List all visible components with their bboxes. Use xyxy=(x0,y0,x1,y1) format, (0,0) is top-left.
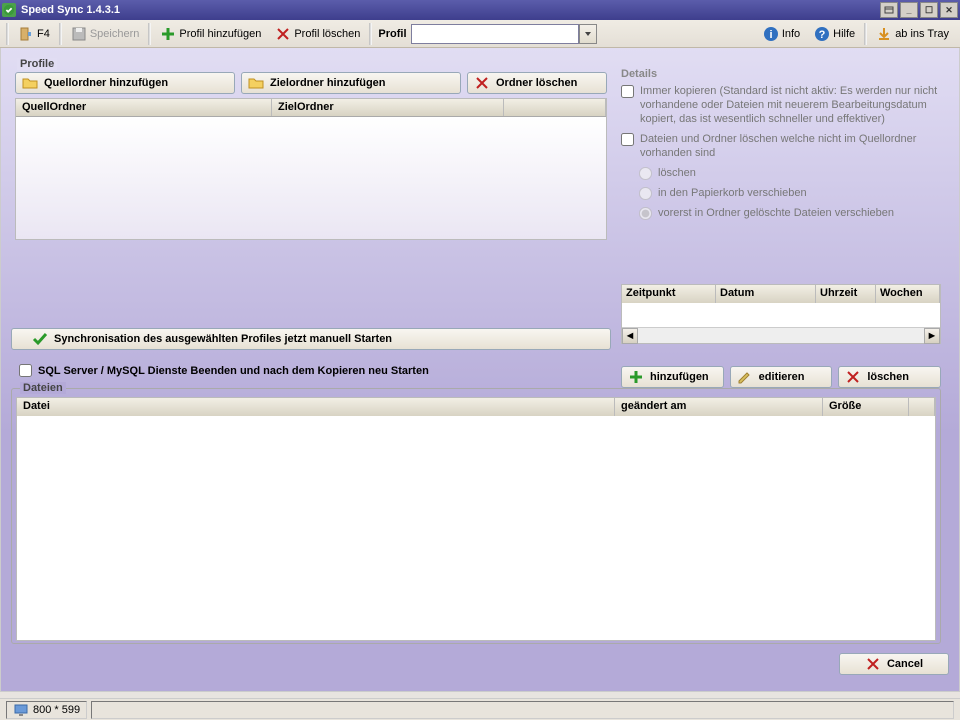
door-icon xyxy=(18,26,34,42)
column-geaendert[interactable]: geändert am xyxy=(615,398,823,416)
scroll-left-icon[interactable]: ◄ xyxy=(622,328,638,344)
minimize-button[interactable]: _ xyxy=(900,2,918,18)
tray-button[interactable]: ab ins Tray xyxy=(869,23,956,45)
column-groesse[interactable]: Größe xyxy=(823,398,909,416)
column-datum[interactable]: Datum xyxy=(716,285,816,303)
scroll-right-icon[interactable]: ► xyxy=(924,328,940,344)
f4-button[interactable]: F4 xyxy=(11,23,57,45)
sync-now-button[interactable]: Synchronisation des ausgewählten Profile… xyxy=(11,328,611,350)
opt-delete-label: löschen xyxy=(658,166,696,180)
info-label: Info xyxy=(782,28,800,40)
opt-move-radio[interactable] xyxy=(639,207,652,220)
monitor-icon xyxy=(13,702,29,718)
always-copy-checkbox[interactable] xyxy=(621,85,634,98)
edit-icon xyxy=(737,369,753,385)
opt-delete-radio[interactable] xyxy=(639,167,652,180)
profile-combo-dropdown[interactable] xyxy=(579,24,597,44)
close-button[interactable]: ✕ xyxy=(940,2,958,18)
column-wochen[interactable]: Wochen xyxy=(876,285,940,303)
always-copy-label: Immer kopieren (Standard ist nicht aktiv… xyxy=(640,84,941,126)
x-red-icon xyxy=(275,26,291,42)
delete-missing-label: Dateien und Ordner löschen welche nicht … xyxy=(640,132,941,160)
svg-text:i: i xyxy=(769,29,772,41)
profile-table-body[interactable] xyxy=(16,117,606,239)
cancel-button[interactable]: Cancel xyxy=(839,653,949,675)
plus-green-icon xyxy=(628,369,644,385)
add-target-folder-button[interactable]: Zielordner hinzufügen xyxy=(241,72,461,94)
help-button[interactable]: ? Hilfe xyxy=(807,23,862,45)
app-icon xyxy=(2,3,16,17)
profile-combo-label: Profil xyxy=(378,28,406,40)
schedule-delete-button[interactable]: löschen xyxy=(838,366,941,388)
add-profile-label: Profil hinzufügen xyxy=(179,28,261,40)
column-datei[interactable]: Datei xyxy=(17,398,615,416)
column-target[interactable]: ZielOrdner xyxy=(272,99,504,116)
files-table[interactable]: Datei geändert am Größe xyxy=(16,397,936,641)
folder-add-icon xyxy=(22,75,38,91)
profile-group: Profile Quellordner hinzufügen Zielordne… xyxy=(11,52,611,312)
sql-restart-checkbox[interactable] xyxy=(19,364,32,377)
profile-combo-input[interactable] xyxy=(411,24,579,44)
details-title: Details xyxy=(621,68,941,80)
opt-move-label: vorerst in Ordner gelöschte Dateien vers… xyxy=(658,206,894,220)
status-dimensions: 800 * 599 xyxy=(6,701,87,719)
check-green-icon xyxy=(32,331,48,347)
schedule-table[interactable]: Zeitpunkt Datum Uhrzeit Wochen ◄ ► xyxy=(621,284,941,344)
x-red-icon xyxy=(865,656,881,672)
save-button[interactable]: Speichern xyxy=(64,23,147,45)
delete-missing-checkbox[interactable] xyxy=(621,133,634,146)
f4-label: F4 xyxy=(37,28,50,40)
floppy-icon xyxy=(71,26,87,42)
plus-green-icon xyxy=(160,26,176,42)
column-uhrzeit[interactable]: Uhrzeit xyxy=(816,285,876,303)
column-source[interactable]: QuellOrdner xyxy=(16,99,272,116)
column-spacer xyxy=(504,99,606,116)
column-zeitpunkt[interactable]: Zeitpunkt xyxy=(622,285,716,303)
add-profile-button[interactable]: Profil hinzufügen xyxy=(153,23,268,45)
help-label: Hilfe xyxy=(833,28,855,40)
down-arrow-icon xyxy=(876,26,892,42)
maximize-button[interactable]: ☐ xyxy=(920,2,938,18)
folder-add-icon xyxy=(248,75,264,91)
save-label: Speichern xyxy=(90,28,140,40)
svg-text:?: ? xyxy=(819,29,826,41)
files-table-body[interactable] xyxy=(17,416,935,640)
tray-label: ab ins Tray xyxy=(895,28,949,40)
info-button[interactable]: i Info xyxy=(756,23,807,45)
delete-profile-button[interactable]: Profil löschen xyxy=(268,23,367,45)
aux-button[interactable] xyxy=(880,2,898,18)
files-group: Dateien Datei geändert am Größe xyxy=(11,388,941,644)
x-red-icon xyxy=(845,369,861,385)
opt-recycle-radio[interactable] xyxy=(639,187,652,200)
delete-folder-button[interactable]: Ordner löschen xyxy=(467,72,607,94)
titlebar: Speed Sync 1.4.3.1 _ ☐ ✕ xyxy=(0,0,960,20)
statusbar: 800 * 599 xyxy=(0,698,960,720)
main-toolbar: F4 Speichern Profil hinzufügen Profil lö… xyxy=(0,20,960,48)
schedule-add-button[interactable]: hinzufügen xyxy=(621,366,724,388)
horizontal-scrollbar[interactable]: ◄ ► xyxy=(622,327,940,343)
window-title: Speed Sync 1.4.3.1 xyxy=(21,4,880,16)
profile-folder-table[interactable]: QuellOrdner ZielOrdner xyxy=(15,98,607,240)
help-icon: ? xyxy=(814,26,830,42)
schedule-edit-button[interactable]: editieren xyxy=(730,366,833,388)
delete-profile-label: Profil löschen xyxy=(294,28,360,40)
info-icon: i xyxy=(763,26,779,42)
files-group-label: Dateien xyxy=(20,382,66,394)
add-source-folder-button[interactable]: Quellordner hinzufügen xyxy=(15,72,235,94)
x-red-icon xyxy=(474,75,490,91)
details-panel: Details Immer kopieren (Standard ist nic… xyxy=(621,68,941,226)
sql-restart-label: SQL Server / MySQL Dienste Beenden und n… xyxy=(38,365,429,377)
profile-group-label: Profile xyxy=(17,58,57,70)
opt-recycle-label: in den Papierkorb verschieben xyxy=(658,186,807,200)
